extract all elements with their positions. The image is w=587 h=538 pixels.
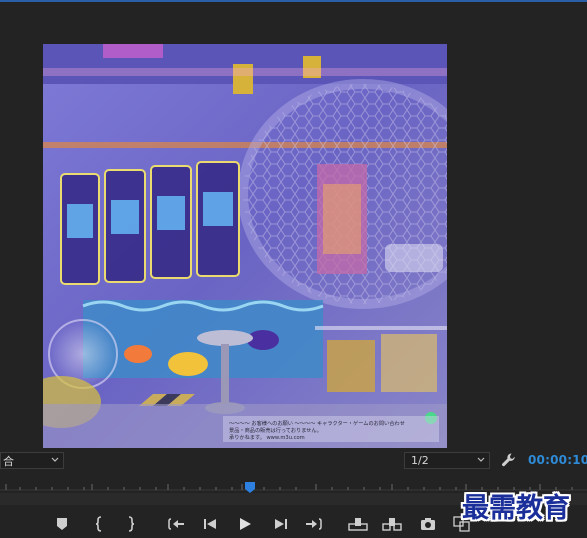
play-button[interactable]	[234, 514, 256, 534]
chevron-down-icon	[51, 457, 59, 462]
program-monitor-panel: ～～～～ お客様へのお願い ～～～～ キャラクター・ゲームのお問い合わせ 景品・…	[0, 0, 587, 538]
playhead-marker[interactable]	[245, 482, 255, 493]
chevron-down-icon	[477, 457, 485, 462]
playhead-timecode[interactable]: 00:00:10:	[528, 453, 587, 467]
lift-icon	[348, 518, 368, 531]
preview-caption-line-1: ～～～～ お客様へのお願い ～～～～ キャラクター・ゲームのお問い合わせ	[229, 419, 405, 427]
extract-icon	[382, 518, 402, 531]
wrench-icon[interactable]	[501, 452, 517, 468]
add-marker-button[interactable]	[51, 514, 73, 534]
mark-in-icon	[95, 516, 102, 532]
watermark-logo-text: 最需教育	[462, 493, 570, 524]
mark-out-button[interactable]	[120, 514, 142, 534]
zoom-level-select[interactable]: 合	[0, 452, 64, 469]
panel-focus-line	[0, 0, 587, 2]
marker-icon	[57, 518, 67, 530]
preview-caption-line-2: 景品・商品の販売は行っておりません。	[229, 426, 322, 434]
step-back-icon	[204, 519, 216, 529]
go-to-in-icon	[168, 518, 184, 530]
step-back-button[interactable]	[199, 514, 221, 534]
go-to-out-icon	[306, 518, 322, 530]
lift-button[interactable]	[347, 514, 369, 534]
video-frame-image: ～～～～ お客様へのお願い ～～～～ キャラクター・ゲームのお問い合わせ 景品・…	[43, 44, 447, 448]
go-to-in-button[interactable]	[165, 514, 187, 534]
playback-resolution-value: 1/2	[411, 454, 429, 467]
mark-in-button[interactable]	[88, 514, 110, 534]
video-preview[interactable]: ～～～～ お客様へのお願い ～～～～ キャラクター・ゲームのお問い合わせ 景品・…	[43, 44, 447, 448]
camera-icon	[421, 518, 435, 530]
playback-resolution-select[interactable]: 1/2	[404, 452, 490, 469]
go-to-out-button[interactable]	[303, 514, 325, 534]
preview-caption-line-3: 承りかねます。 www.m3u.com	[229, 433, 305, 441]
export-frame-button[interactable]	[417, 514, 439, 534]
play-icon	[240, 518, 251, 530]
mark-out-icon	[128, 516, 135, 532]
extract-button[interactable]	[381, 514, 403, 534]
step-forward-icon	[275, 519, 287, 529]
step-forward-button[interactable]	[270, 514, 292, 534]
zoom-level-value: 合	[3, 455, 14, 468]
